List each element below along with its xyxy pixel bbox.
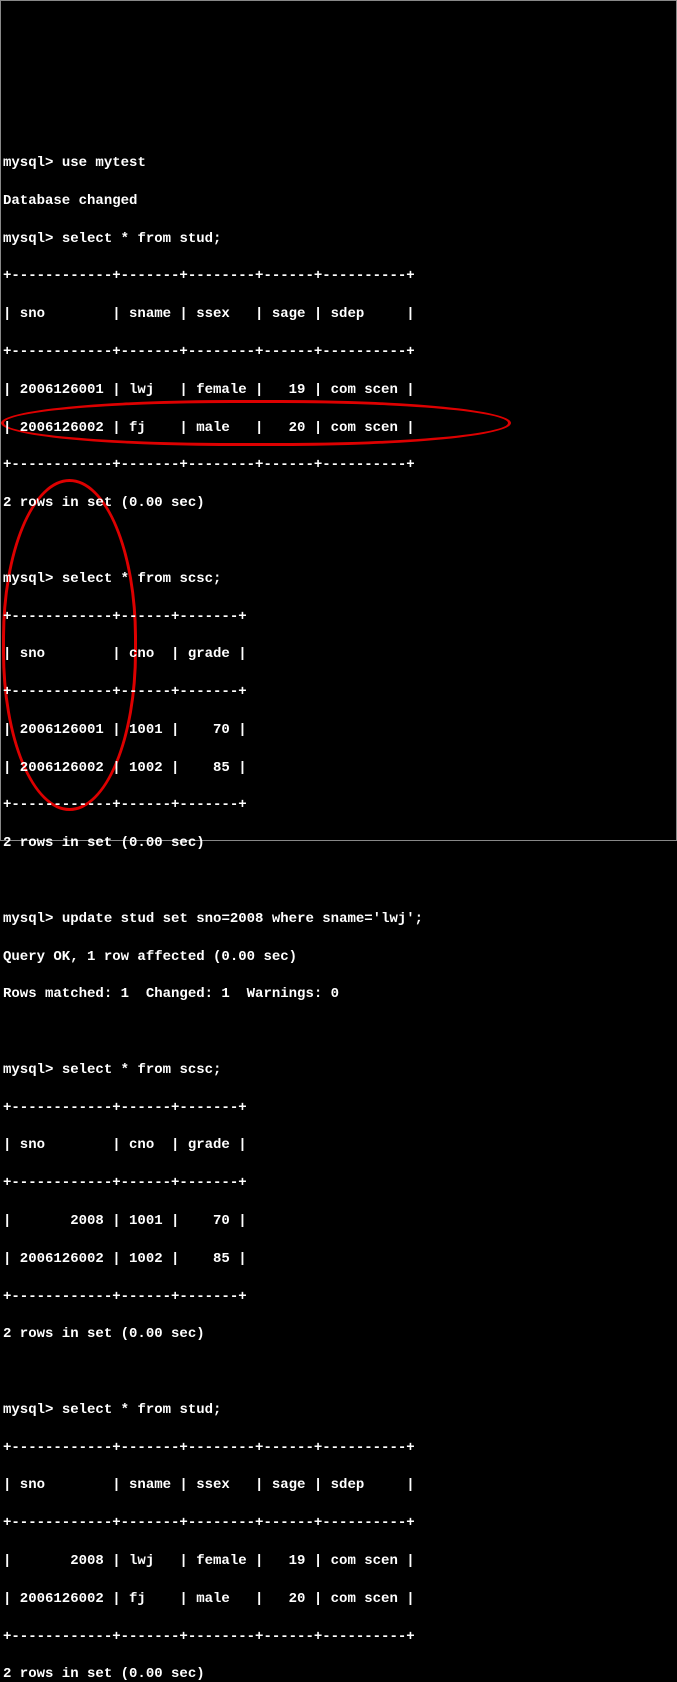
table-row: | 2006126002 | fj | male | 20 | com scen… [3,419,674,438]
table-border: +------------+-------+--------+------+--… [3,267,674,286]
msg-rows-matched: Rows matched: 1 Changed: 1 Warnings: 0 [3,985,674,1004]
table-border: +------------+-------+--------+------+--… [3,343,674,362]
table-border: +------------+------+-------+ [3,608,674,627]
table-row: | 2006126001 | lwj | female | 19 | com s… [3,381,674,400]
cmd-select-stud: mysql> select * from stud; [3,230,674,249]
table-border: +------------+-------+--------+------+--… [3,1514,674,1533]
msg-query-ok: Query OK, 1 row affected (0.00 sec) [3,948,674,967]
cmd-select-stud: mysql> select * from stud; [3,1401,674,1420]
table-row: | 2006126002 | fj | male | 20 | com scen… [3,1590,674,1609]
table-border: +------------+-------+--------+------+--… [3,1628,674,1647]
table-row: | 2006126002 | 1002 | 85 | [3,1250,674,1269]
cmd-use-db: mysql> use mytest [3,154,674,173]
table-border: +------------+------+-------+ [3,683,674,702]
table-border: +------------+------+-------+ [3,1099,674,1118]
table-border: +------------+------+-------+ [3,1288,674,1307]
table-row: | 2008 | 1001 | 70 | [3,1212,674,1231]
cmd-select-scsc: mysql> select * from scsc; [3,570,674,589]
msg-rows-in-set: 2 rows in set (0.00 sec) [3,834,674,853]
table-border: +------------+------+-------+ [3,1174,674,1193]
table-border: +------------+-------+--------+------+--… [3,456,674,475]
table-header: | sno | cno | grade | [3,1136,674,1155]
cmd-select-scsc: mysql> select * from scsc; [3,1061,674,1080]
table-header: | sno | cno | grade | [3,645,674,664]
table-border: +------------+------+-------+ [3,796,674,815]
table-row: | 2006126002 | 1002 | 85 | [3,759,674,778]
table-row: | 2006126001 | 1001 | 70 | [3,721,674,740]
table-header: | sno | sname | ssex | sage | sdep | [3,305,674,324]
msg-rows-in-set: 2 rows in set (0.00 sec) [3,1325,674,1344]
msg-rows-in-set: 2 rows in set (0.00 sec) [3,1665,674,1682]
terminal-output[interactable]: mysql> use mytest Database changed mysql… [3,135,674,1682]
table-row: | 2008 | lwj | female | 19 | com scen | [3,1552,674,1571]
table-border: +------------+-------+--------+------+--… [3,1439,674,1458]
cmd-update-stud: mysql> update stud set sno=2008 where sn… [3,910,674,929]
msg-rows-in-set: 2 rows in set (0.00 sec) [3,494,674,513]
msg-db-changed: Database changed [3,192,674,211]
table-header: | sno | sname | ssex | sage | sdep | [3,1476,674,1495]
